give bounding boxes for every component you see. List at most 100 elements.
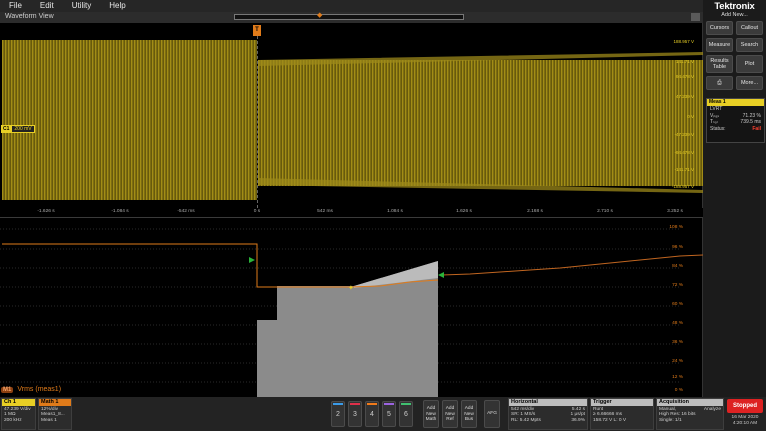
math-plot-panel[interactable]: ✦ 108 % 96 % 84 % 72 % 60 % 48 % 36 % 24… bbox=[0, 218, 703, 397]
time-tick: 1.084 s bbox=[387, 209, 403, 214]
time-tick: 3.252 s bbox=[667, 209, 683, 214]
meas1-badge[interactable]: Meas 1 LVRT Vₚₐₛ 71.23 % Tₛₒₗ 739.5 ms Sta… bbox=[706, 98, 765, 143]
math1-settings-title: Math 1 bbox=[39, 399, 71, 406]
horizontal-row: RL: 5.42 Mpts 36.9% bbox=[511, 418, 585, 424]
math1-settings-badge[interactable]: Math 1 12%/div Meas1_8... Meas 1 bbox=[38, 398, 72, 430]
add-new-bus-button[interactable]: Add New Bus bbox=[461, 400, 477, 428]
channel-3-label: 3 bbox=[353, 411, 357, 418]
search-button[interactable]: Search bbox=[736, 38, 763, 52]
trigger-position-marker[interactable]: T bbox=[253, 25, 261, 36]
ch1-waveform-before bbox=[2, 40, 257, 200]
math-scale-label: 60 % bbox=[672, 302, 683, 307]
menu-edit[interactable]: Edit bbox=[31, 0, 63, 12]
horizontal-badge[interactable]: Horizontal 542 ms/div 5.42 s SR: 1 MS/s 1 … bbox=[508, 398, 588, 430]
overview-trigger-marker: ◆ bbox=[317, 12, 323, 19]
horizontal-overview-bar[interactable]: ◆ bbox=[234, 12, 464, 20]
channel-3-button[interactable]: 3 bbox=[348, 401, 362, 427]
math-scale-label: 96 % bbox=[672, 245, 683, 250]
acquisition-analyze: Analyze bbox=[703, 406, 721, 412]
time-tick: 2.168 s bbox=[527, 209, 543, 214]
ch1-scale-label: -94.478 V bbox=[674, 150, 694, 155]
channel-2-button[interactable]: 2 bbox=[331, 401, 345, 427]
plot-button[interactable]: Plot bbox=[736, 55, 763, 73]
maximize-icon[interactable] bbox=[691, 13, 700, 21]
ch1-scale-label: 94.478 V bbox=[675, 74, 694, 79]
meas1-status-value: Fail bbox=[752, 125, 761, 132]
horizontal-position: 36.9% bbox=[571, 417, 585, 423]
acquisition-count: Single: 1/1 bbox=[659, 417, 682, 423]
measure-button[interactable]: Measure bbox=[706, 38, 733, 52]
math-scale-label: 108 % bbox=[669, 225, 683, 230]
menu-file[interactable]: File bbox=[0, 0, 31, 12]
ch1-badge[interactable]: C1 200 mV bbox=[1, 125, 35, 133]
tektronix-logo: Tektronix bbox=[714, 1, 755, 12]
ch1-setting: 200 kHz bbox=[4, 417, 22, 423]
waveform-view-title: Waveform View bbox=[5, 13, 54, 20]
right-panel: Tektronix Add New... Cursors Callout Mea… bbox=[703, 0, 766, 397]
channel-4-button[interactable]: 4 bbox=[365, 401, 379, 427]
cursors-button[interactable]: Cursors bbox=[706, 21, 733, 35]
time-tick: 2.710 s bbox=[597, 209, 613, 214]
waveform-view[interactable]: Waveform View ◆ T C1 200 mV 188.957 V 14… bbox=[0, 12, 703, 397]
time-tick: 542 ms bbox=[317, 209, 333, 214]
time-tick: -542 ms bbox=[177, 209, 195, 214]
meas1-status-row: Status: Fail bbox=[707, 126, 764, 133]
time-axis: -1.626 s -1.084 s -542 ms 0 s 542 ms 1.0… bbox=[0, 208, 703, 217]
acquisition-badge[interactable]: Acquisition Manual, Analyze High Res: 16 … bbox=[656, 398, 724, 430]
time-tick: -1.626 s bbox=[37, 209, 55, 214]
add-new-label: Add New... bbox=[721, 12, 748, 18]
ch1-settings-badge[interactable]: Ch 1 47.239 V/div 1 MΩ 200 kHz bbox=[1, 398, 36, 430]
mask-region bbox=[257, 261, 438, 397]
menu-bar: File Edit Utility Help bbox=[0, 0, 703, 12]
math-badge-label: M1 bbox=[1, 386, 14, 393]
time-tick: 0 s bbox=[253, 209, 261, 214]
time-tick: -1.084 s bbox=[111, 209, 129, 214]
more-button[interactable]: More... bbox=[736, 76, 763, 90]
scope-app: File Edit Utility Help Waveform View ◆ T… bbox=[0, 0, 766, 431]
channel-5-button[interactable]: 5 bbox=[382, 401, 396, 427]
ch1-scale-label: 188.957 V bbox=[673, 39, 694, 44]
math-plot: ✦ bbox=[0, 228, 703, 397]
channel-5-label: 5 bbox=[387, 411, 391, 418]
math1-setting: Meas1_8... bbox=[41, 412, 65, 417]
math-title: Vrms (meas1) bbox=[17, 386, 62, 393]
results-table-button[interactable]: Results Table bbox=[706, 55, 733, 73]
math-scale-label: 72 % bbox=[672, 283, 683, 288]
ch1-scale-label: -188.957 V bbox=[671, 184, 694, 189]
trigger-badge[interactable]: Trigger Runt ≥ 6.66666 ms 158.72 V L: 0 … bbox=[590, 398, 654, 430]
math1-setting: Meas 1 bbox=[41, 417, 57, 423]
trigger-levels: 158.72 V L: 0 V bbox=[593, 417, 627, 423]
svg-text:✦: ✦ bbox=[348, 284, 354, 292]
ch1-badge-number: C1 bbox=[1, 125, 12, 133]
green-marker bbox=[438, 272, 444, 278]
channel-6-button[interactable]: 6 bbox=[399, 401, 413, 427]
meas1-status-label: Status: bbox=[710, 125, 726, 132]
math-scale-label: 0 % bbox=[674, 388, 683, 393]
callout-button[interactable]: Callout bbox=[736, 21, 763, 35]
green-marker bbox=[249, 257, 255, 263]
math-scale-label: 36 % bbox=[672, 340, 683, 345]
date-time: 16 Mar 2020 4:20:10 AM bbox=[725, 415, 765, 427]
channel-4-label: 4 bbox=[370, 411, 374, 418]
math-scale-label: 12 % bbox=[672, 375, 683, 380]
channel-2-label: 2 bbox=[336, 411, 340, 418]
add-new-ref-button[interactable]: Add New Ref bbox=[442, 400, 458, 428]
ch1-envelope bbox=[258, 52, 703, 193]
afg-button[interactable]: AFG bbox=[484, 400, 500, 428]
run-stop-button[interactable]: Stopped bbox=[727, 399, 763, 413]
horizontal-record-length: RL: 5.42 Mpts bbox=[511, 417, 541, 423]
math-scale-label: 48 % bbox=[672, 321, 683, 326]
screenshot-icon[interactable]: ⎙ bbox=[706, 76, 733, 90]
math-badge[interactable]: M1 Vrms (meas1) bbox=[1, 386, 61, 393]
math-scale-label: 24 % bbox=[672, 359, 683, 364]
trigger-title: Trigger bbox=[591, 399, 653, 406]
ch1-scale-label: -141.71 V bbox=[674, 167, 694, 172]
add-new-math-button[interactable]: Add New Math bbox=[423, 400, 439, 428]
waveform-view-header: Waveform View ◆ bbox=[0, 12, 703, 23]
math-trace-after bbox=[441, 254, 703, 276]
menu-help[interactable]: Help bbox=[100, 0, 134, 12]
ch1-scale-label: -47.239 V bbox=[674, 132, 694, 137]
meas1-title: Meas 1 bbox=[707, 99, 764, 106]
settings-bar: Ch 1 47.239 V/div 1 MΩ 200 kHz Math 1 12… bbox=[0, 397, 766, 431]
menu-utility[interactable]: Utility bbox=[63, 0, 101, 12]
